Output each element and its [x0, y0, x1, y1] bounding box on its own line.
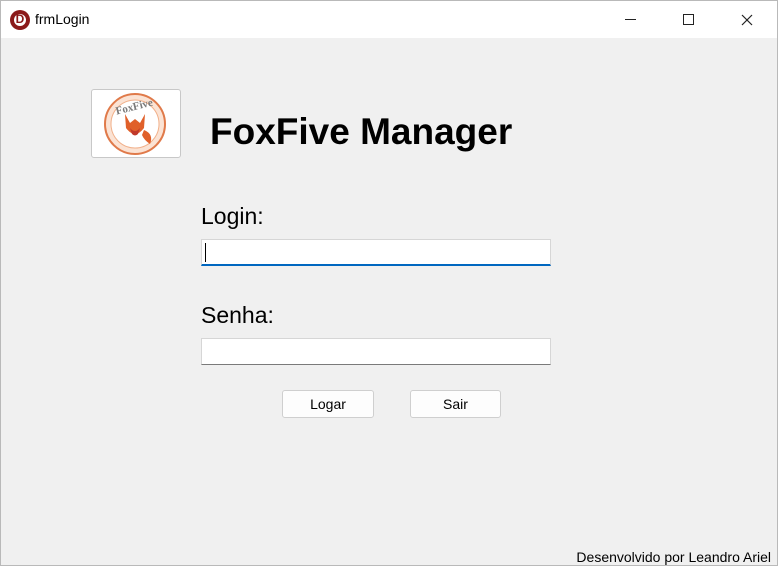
minimize-button[interactable] — [601, 1, 659, 38]
foxfive-logo-icon: FoxFive — [104, 93, 166, 155]
close-button[interactable] — [718, 1, 776, 38]
client-area: FoxFive FoxFive Manager Login: Senha: Lo… — [1, 38, 777, 565]
sair-button[interactable]: Sair — [410, 390, 501, 418]
login-label: Login: — [201, 203, 264, 229]
maximize-button[interactable] — [659, 1, 717, 38]
maximize-icon — [682, 14, 694, 25]
logar-button[interactable]: Logar — [282, 390, 374, 418]
app-icon-letter: D — [15, 12, 25, 26]
text-caret — [205, 243, 206, 262]
footer-credit: Desenvolvido por Leandro Ariel — [576, 549, 771, 565]
app-icon[interactable]: D — [10, 10, 30, 30]
app-heading: FoxFive Manager — [210, 111, 513, 152]
title-bar[interactable]: D frmLogin — [1, 1, 777, 38]
login-window: D frmLogin FoxFive FoxFive Manager Login… — [0, 0, 778, 566]
senha-input[interactable] — [201, 338, 551, 365]
close-icon — [741, 14, 753, 25]
logo-image: FoxFive — [91, 89, 181, 158]
minimize-icon — [624, 19, 636, 20]
login-input[interactable] — [201, 239, 551, 266]
senha-label: Senha: — [201, 302, 274, 328]
window-title: frmLogin — [35, 11, 90, 27]
